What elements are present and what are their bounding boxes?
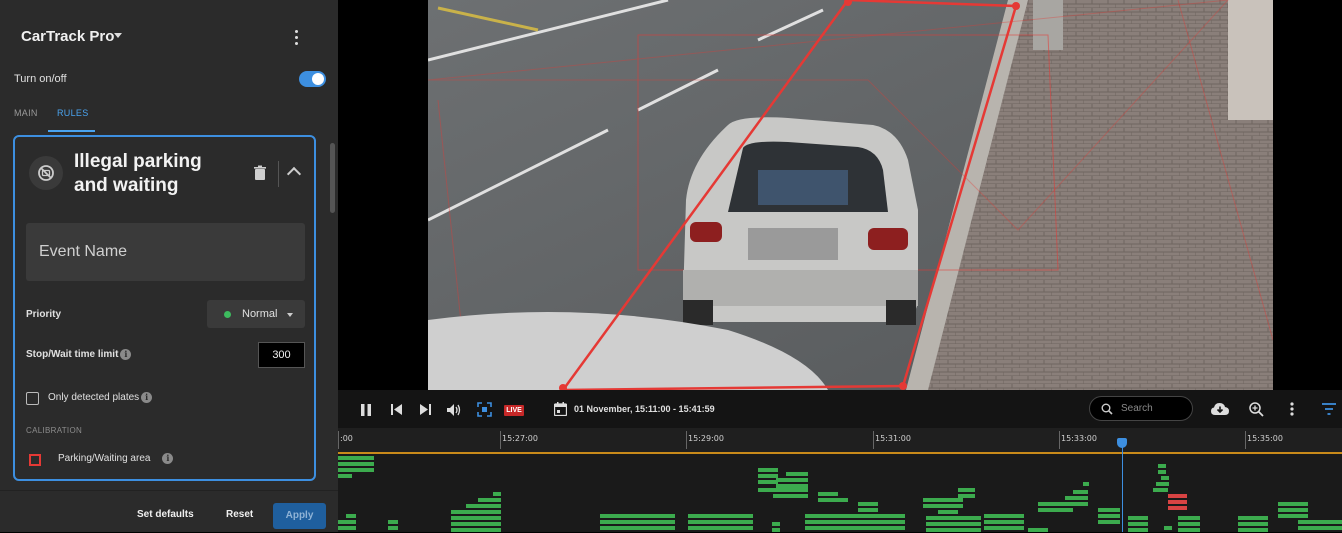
search-icon	[1101, 403, 1113, 415]
tick-label: 15:29:00	[688, 434, 724, 443]
timeline[interactable]: :00 15:27:00 15:29:00 15:31:00 15:33:00 …	[338, 428, 1342, 532]
more-menu-icon[interactable]	[1290, 402, 1294, 416]
only-plates-row: Only detected plates i	[48, 392, 153, 404]
area-row[interactable]: Parking/Waiting area i	[58, 453, 174, 465]
pause-icon[interactable]	[360, 404, 372, 416]
tick-label: 15:31:00	[875, 434, 911, 443]
tick-label: 15:35:00	[1247, 434, 1283, 443]
tab-rules[interactable]: RULES	[57, 108, 89, 118]
info-icon[interactable]: i	[120, 349, 132, 360]
time-ruler[interactable]: :00 15:27:00 15:29:00 15:31:00 15:33:00 …	[338, 428, 1342, 452]
event-bars	[338, 456, 1342, 532]
tick-mark	[686, 431, 687, 449]
parked-car	[683, 117, 918, 325]
apply-button[interactable]: Apply	[273, 503, 326, 529]
active-tab-indicator	[48, 130, 95, 132]
building-wall	[1228, 0, 1273, 120]
search-placeholder: Search	[1121, 403, 1153, 414]
app-title[interactable]: CarTrack Pro	[21, 28, 114, 45]
polygon-area-icon[interactable]	[29, 454, 41, 466]
tab-main[interactable]: MAIN	[14, 108, 38, 118]
search-input[interactable]: Search	[1089, 396, 1193, 421]
tab-bar: MAIN RULES	[0, 100, 338, 132]
zoom-in-icon[interactable]	[1249, 402, 1264, 417]
panel-footer: Set defaults Reset Apply	[0, 490, 338, 533]
toggle-knob	[312, 73, 324, 85]
only-plates-checkbox[interactable]	[26, 392, 39, 405]
tick-label: :00	[340, 434, 353, 443]
tick-mark	[873, 431, 874, 449]
event-name-input[interactable]: Event Name	[26, 223, 305, 281]
playhead-handle[interactable]	[1117, 438, 1127, 448]
volume-icon[interactable]	[447, 404, 462, 416]
tick-mark	[1245, 431, 1246, 449]
status-dot	[224, 311, 231, 318]
tick-mark	[1059, 431, 1060, 449]
calendar-icon[interactable]	[554, 402, 567, 416]
camera-scene	[428, 0, 1273, 390]
tick-label: 15:33:00	[1061, 434, 1097, 443]
divider	[278, 161, 279, 187]
focus-frame-icon[interactable]	[477, 402, 492, 417]
time-limit-label: Stop/Wait time limit	[26, 349, 119, 361]
settings-panel: CarTrack Pro Turn on/off MAIN RULES Ille…	[0, 0, 338, 532]
tick-mark	[500, 431, 501, 449]
filter-icon[interactable]	[1322, 403, 1336, 415]
app-header: CarTrack Pro	[0, 0, 338, 70]
event-bars-red	[1168, 494, 1187, 510]
cloud-download-icon[interactable]	[1211, 402, 1229, 416]
only-plates-label: Only detected plates	[48, 392, 140, 404]
toggle-label: Turn on/off	[14, 73, 67, 85]
tick-label: 15:27:00	[502, 434, 538, 443]
more-menu-icon[interactable]	[290, 28, 304, 46]
chevron-down-icon[interactable]	[114, 33, 122, 38]
chevron-down-icon	[287, 313, 293, 317]
player-toolbar: LIVE 01 November, 15:11:00 - 15:41:59 Se…	[338, 390, 1342, 428]
trash-icon[interactable]	[253, 165, 267, 181]
zone-vertex[interactable]	[1012, 2, 1020, 10]
panel-scrollbar[interactable]	[330, 143, 335, 213]
power-toggle[interactable]	[299, 71, 326, 87]
event-bars-green	[338, 456, 1342, 532]
no-parking-icon	[29, 156, 63, 190]
reset-button[interactable]: Reset	[226, 509, 253, 520]
event-name-placeholder: Event Name	[39, 243, 128, 260]
playhead-line	[1122, 440, 1123, 532]
calibration-heading: CALIBRATION	[26, 426, 83, 435]
time-limit-row: Stop/Wait time limit i	[26, 349, 132, 361]
camera-view[interactable]	[428, 0, 1273, 390]
info-icon[interactable]: i	[162, 453, 174, 464]
set-defaults-button[interactable]: Set defaults	[137, 509, 194, 520]
blurred-plate	[748, 228, 838, 260]
priority-label: Priority	[26, 309, 62, 320]
info-icon[interactable]: i	[141, 392, 153, 403]
step-back-icon[interactable]	[391, 404, 402, 415]
area-label: Parking/Waiting area	[58, 453, 151, 465]
step-forward-icon[interactable]	[420, 404, 431, 415]
priority-value: Normal	[242, 308, 278, 320]
chevron-up-icon[interactable]	[286, 166, 302, 182]
rule-card: Illegal parking and waiting Event Name P…	[13, 135, 316, 481]
date-range[interactable]: 01 November, 15:11:00 - 15:41:59	[574, 404, 715, 414]
priority-select[interactable]: Normal	[207, 300, 305, 328]
live-badge[interactable]: LIVE	[504, 405, 524, 416]
time-limit-input[interactable]: 300	[258, 342, 305, 368]
rule-title: Illegal parking and waiting	[74, 151, 202, 196]
zone-vertex[interactable]	[899, 382, 907, 390]
